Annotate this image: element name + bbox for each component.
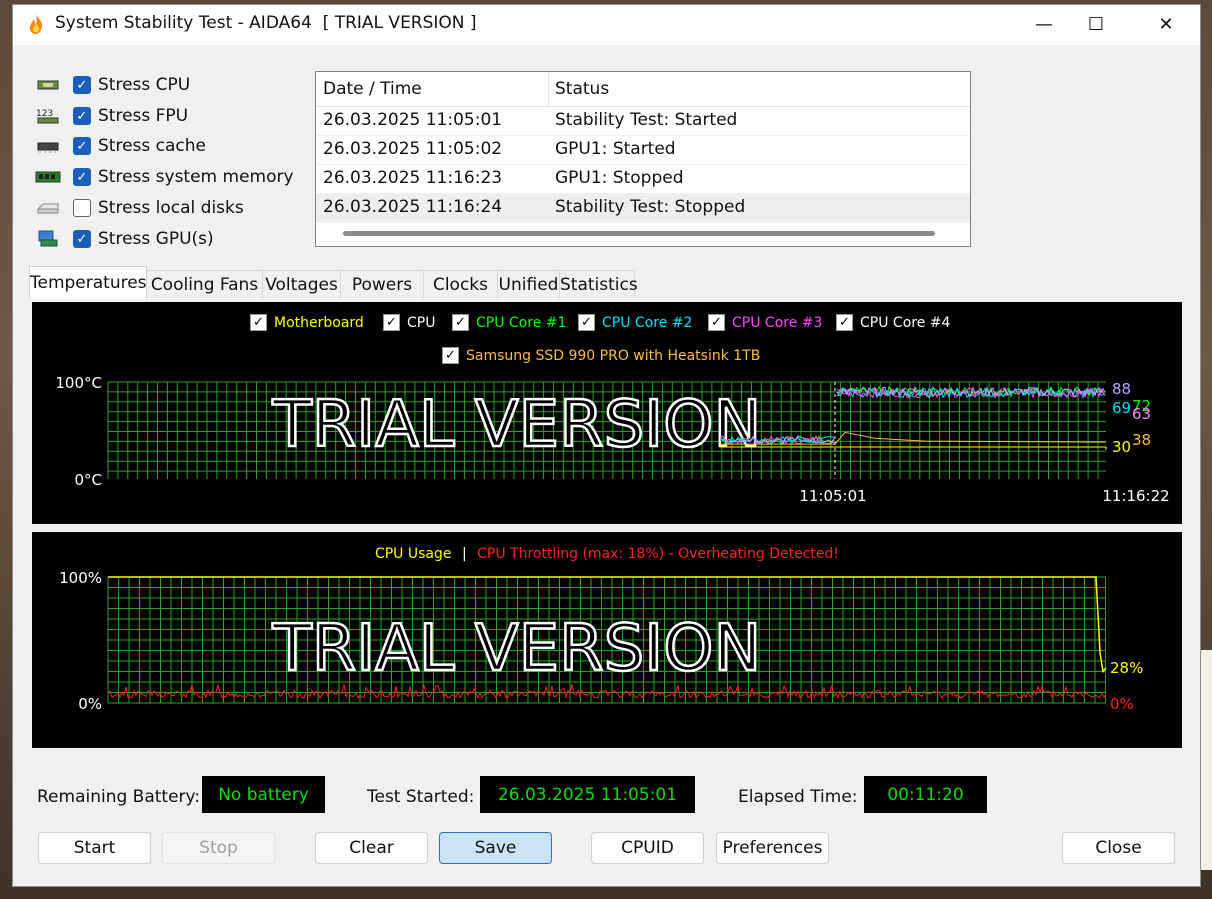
log-row[interactable]: 26.03.2025 11:16:24 Stability Test: Stopp… bbox=[316, 193, 970, 223]
trial-watermark: TRIAL VERSION bbox=[272, 388, 762, 462]
elapsed-time-label: Elapsed Time: bbox=[738, 787, 858, 807]
log-status: Stability Test: Stopped bbox=[555, 197, 746, 217]
usage-end-value: 28% bbox=[1110, 659, 1143, 677]
test-started-value: 26.03.2025 11:05:01 bbox=[480, 776, 695, 813]
stress-checkbox[interactable]: ✓ bbox=[73, 230, 91, 248]
event-log: Date / Time Status 26.03.2025 11:05:01 St… bbox=[315, 71, 971, 247]
log-status: GPU1: Stopped bbox=[555, 168, 684, 188]
cpu-usage-chart: TRIAL VERSION 100% 0% 28% 0% bbox=[59, 569, 1143, 713]
stress-option-label: Stress system memory bbox=[98, 167, 294, 187]
save-button[interactable]: Save bbox=[439, 832, 552, 864]
close-window-button[interactable]: ✕ bbox=[1143, 5, 1189, 43]
x-axis-start-label: 11:05:01 bbox=[799, 487, 866, 505]
tab-clocks[interactable]: Clocks bbox=[423, 270, 498, 298]
checkmark-icon: ✓ bbox=[76, 169, 88, 185]
flame-icon bbox=[29, 14, 43, 34]
cpu-chip-icon bbox=[35, 76, 61, 94]
column-status[interactable]: Status bbox=[555, 79, 609, 99]
end-value-label: 38 bbox=[1132, 431, 1151, 449]
tab-temperatures[interactable]: Temperatures bbox=[29, 266, 147, 299]
disk-drive-icon bbox=[35, 199, 61, 217]
stress-checkbox[interactable]: ✓ bbox=[73, 168, 91, 186]
log-row[interactable]: 26.03.2025 11:05:01 Stability Test: Start… bbox=[316, 106, 970, 136]
stress-option-row[interactable]: ✓ Stress CPU bbox=[35, 71, 190, 99]
window-title: System Stability Test - AIDA64 [ TRIAL V… bbox=[55, 13, 477, 33]
elapsed-time-value: 00:11:20 bbox=[864, 776, 987, 813]
stress-option-row[interactable]: ✓ Stress GPU(s) bbox=[35, 225, 214, 253]
stress-checkbox[interactable]: ✓ bbox=[73, 76, 91, 94]
log-datetime: 26.03.2025 11:05:01 bbox=[323, 110, 503, 130]
stress-option-row[interactable]: 123 ✓ Stress FPU bbox=[35, 102, 188, 130]
y-axis-min-label: 0°C bbox=[74, 471, 102, 489]
stability-test-window: System Stability Test - AIDA64 [ TRIAL V… bbox=[12, 4, 1201, 887]
log-horizontal-scrollbar[interactable] bbox=[343, 231, 935, 236]
checkmark-icon: ✓ bbox=[76, 77, 88, 93]
stress-option-label: Stress cache bbox=[98, 136, 206, 156]
tab-statistics[interactable]: Statistics bbox=[559, 270, 638, 298]
clear-button[interactable]: Clear bbox=[315, 832, 428, 864]
log-row[interactable]: 26.03.2025 11:05:02 GPU1: Started bbox=[316, 135, 970, 165]
checkmark-icon: ✓ bbox=[76, 138, 88, 154]
column-datetime[interactable]: Date / Time bbox=[323, 79, 422, 99]
tab-unified[interactable]: Unified bbox=[497, 270, 560, 298]
log-status: GPU1: Started bbox=[555, 139, 676, 159]
preferences-button[interactable]: Preferences bbox=[716, 832, 829, 864]
temperature-chart-panel: ✓ Motherboard ✓ CPU ✓ CPU Core #1 ✓ CPU Core #2… bbox=[32, 302, 1182, 524]
minimize-icon: — bbox=[1035, 13, 1053, 35]
checkmark-icon: ✓ bbox=[76, 108, 88, 124]
close-icon: ✕ bbox=[1158, 13, 1174, 35]
stress-option-row[interactable]: Stress local disks bbox=[35, 194, 244, 222]
cpuid-button[interactable]: CPUID bbox=[591, 832, 704, 864]
fpu-123-icon: 123 bbox=[35, 107, 61, 125]
end-value-label: 69 bbox=[1112, 399, 1131, 417]
temperature-chart: TRIAL VERSION 100°C 0°C 11:05:01 11:16:22 886… bbox=[55, 374, 1169, 505]
checkmark-icon: ✓ bbox=[76, 231, 88, 247]
stress-checkbox[interactable]: ✓ bbox=[73, 137, 91, 155]
tab-voltages[interactable]: Voltages bbox=[262, 270, 341, 298]
log-row[interactable]: 26.03.2025 11:16:23 GPU1: Stopped bbox=[316, 164, 970, 194]
battery-label: Remaining Battery: bbox=[37, 787, 201, 807]
minimize-button[interactable]: — bbox=[1021, 5, 1067, 43]
cache-chip-icon bbox=[35, 137, 61, 155]
gpu-card-icon bbox=[35, 230, 61, 248]
stop-button[interactable]: Stop bbox=[162, 832, 275, 864]
y-axis-max-label: 100°C bbox=[55, 374, 102, 392]
trial-watermark: TRIAL VERSION bbox=[272, 612, 762, 686]
end-value-label: 63 bbox=[1132, 405, 1151, 423]
throttle-end-value: 0% bbox=[1110, 695, 1134, 713]
maximize-icon: ☐ bbox=[1087, 13, 1105, 35]
desktop-background-fragment bbox=[1200, 650, 1212, 870]
tab-powers[interactable]: Powers bbox=[340, 270, 424, 298]
log-datetime: 26.03.2025 11:16:23 bbox=[323, 168, 503, 188]
title-bar: System Stability Test - AIDA64 [ TRIAL V… bbox=[13, 5, 1200, 45]
stress-option-row[interactable]: ✓ Stress cache bbox=[35, 132, 206, 160]
y-axis-min-label: 0% bbox=[78, 695, 102, 713]
test-started-label: Test Started: bbox=[367, 787, 475, 807]
log-datetime: 26.03.2025 11:05:02 bbox=[323, 139, 503, 159]
cpu-usage-chart-panel: CPU Usage | CPU Throttling (max: 18%) - … bbox=[32, 532, 1182, 748]
end-value-label: 30 bbox=[1112, 438, 1131, 456]
series-cpu-throttling bbox=[107, 683, 1107, 699]
end-value-label: 88 bbox=[1112, 380, 1131, 398]
maximize-button[interactable]: ☐ bbox=[1073, 5, 1119, 43]
stress-option-label: Stress FPU bbox=[98, 106, 189, 126]
stress-option-row[interactable]: ✓ Stress system memory bbox=[35, 163, 294, 191]
tab-cooling-fans[interactable]: Cooling Fans bbox=[146, 270, 263, 298]
stress-option-label: Stress CPU bbox=[98, 75, 191, 95]
log-header: Date / Time Status bbox=[316, 72, 970, 107]
close-button[interactable]: Close bbox=[1062, 832, 1175, 864]
stress-checkbox[interactable]: ✓ bbox=[73, 107, 91, 125]
log-status: Stability Test: Started bbox=[555, 110, 738, 130]
log-datetime: 26.03.2025 11:16:24 bbox=[323, 197, 503, 217]
memory-module-icon bbox=[35, 168, 61, 186]
stress-option-label: Stress GPU(s) bbox=[98, 229, 214, 249]
stress-checkbox[interactable] bbox=[73, 199, 91, 217]
x-axis-end-label: 11:16:22 bbox=[1102, 487, 1169, 505]
y-axis-max-label: 100% bbox=[59, 569, 102, 587]
battery-value: No battery bbox=[202, 776, 325, 813]
stress-option-label: Stress local disks bbox=[98, 198, 244, 218]
start-button[interactable]: Start bbox=[38, 832, 151, 864]
